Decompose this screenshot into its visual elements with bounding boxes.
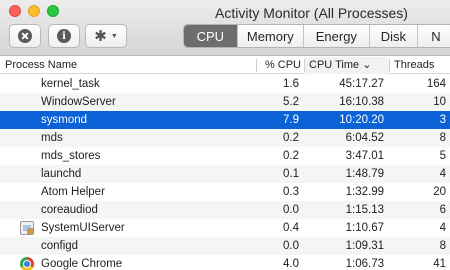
cpu-percent-cell: 0.2: [283, 132, 299, 144]
threads-cell: 41: [433, 258, 446, 270]
action-menu-button[interactable]: ✱ ▼: [85, 24, 127, 48]
view-tabs: CPU Memory Energy Disk N: [183, 24, 450, 48]
threads-cell: 3: [439, 114, 446, 126]
tab-memory[interactable]: Memory: [238, 25, 305, 47]
table-row[interactable]: configd 0.0 1:09.31 8: [0, 237, 450, 255]
process-name-cell: Google Chrome: [41, 258, 123, 270]
process-name-cell: mds: [41, 132, 63, 144]
title-bar: Activity Monitor (All Processes) i ✱ ▼ C…: [0, 0, 450, 56]
tab-network[interactable]: N: [418, 25, 450, 47]
cpu-percent-cell: 0.1: [283, 168, 299, 180]
column-header-threads[interactable]: Threads: [393, 57, 434, 74]
table-row[interactable]: launchd 0.1 1:48.79 4: [0, 165, 450, 183]
stop-process-icon: [18, 29, 32, 43]
table-row[interactable]: mds_stores 0.2 3:47.01 5: [0, 147, 450, 165]
cpu-percent-cell: 1.6: [283, 78, 299, 90]
threads-cell: 164: [426, 78, 446, 90]
threads-cell: 8: [439, 132, 446, 144]
sort-descending-icon: ⌄: [362, 59, 372, 71]
process-name-cell: WindowServer: [41, 96, 116, 108]
threads-cell: 20: [433, 186, 446, 198]
process-name-cell: kernel_task: [41, 78, 100, 90]
cpu-time-cell: 1:32.99: [345, 186, 384, 198]
chrome-icon: [20, 257, 34, 270]
column-header-cpu-time[interactable]: CPU Time ⌄: [305, 57, 389, 74]
inspect-process-button[interactable]: i: [48, 24, 80, 48]
column-divider[interactable]: [256, 59, 257, 72]
tab-energy[interactable]: Energy: [304, 25, 370, 47]
cpu-time-cell: 6:04.52: [345, 132, 384, 144]
tab-cpu[interactable]: CPU: [184, 25, 238, 47]
cpu-time-cell: 45:17.27: [339, 78, 384, 90]
tab-disk[interactable]: Disk: [370, 25, 419, 47]
close-window-button[interactable]: [9, 5, 21, 17]
cpu-percent-cell: 0.3: [283, 186, 299, 198]
table-row[interactable]: sysmond 7.9 10:20.20 3: [0, 111, 450, 129]
table-row[interactable]: Atom Helper 0.3 1:32.99 20: [0, 183, 450, 201]
process-name-cell: mds_stores: [41, 150, 101, 162]
table-row[interactable]: WindowServer 5.2 16:10.38 10: [0, 93, 450, 111]
cpu-percent-cell: 7.9: [283, 114, 299, 126]
threads-cell: 4: [439, 222, 446, 234]
cpu-time-cell: 3:47.01: [345, 150, 384, 162]
cpu-time-cell: 1:48.79: [345, 168, 384, 180]
cpu-percent-cell: 4.0: [283, 258, 299, 270]
cpu-time-cell: 1:09.31: [345, 240, 384, 252]
column-divider[interactable]: [389, 59, 390, 72]
threads-cell: 10: [433, 96, 446, 108]
cpu-time-cell: 16:10.38: [339, 96, 384, 108]
process-name-cell: sysmond: [41, 114, 88, 126]
gear-icon: ✱: [94, 27, 107, 45]
window-title: Activity Monitor (All Processes): [215, 5, 408, 21]
threads-cell: 5: [439, 150, 446, 162]
cpu-time-cell: 1:06.73: [345, 258, 384, 270]
table-row[interactable]: coreaudiod 0.0 1:15.13 6: [0, 201, 450, 219]
threads-cell: 6: [439, 204, 446, 216]
table-row[interactable]: mds 0.2 6:04.52 8: [0, 129, 450, 147]
table-row[interactable]: SystemUIServer 0.4 1:10.67 4: [0, 219, 450, 237]
column-header-cpu[interactable]: % CPU: [262, 57, 301, 74]
cpu-percent-cell: 5.2: [283, 96, 299, 108]
threads-cell: 4: [439, 168, 446, 180]
process-name-cell: coreaudiod: [41, 204, 98, 216]
cpu-percent-cell: 0.2: [283, 150, 299, 162]
table-row[interactable]: Google Chrome 4.0 1:06.73 41: [0, 255, 450, 270]
column-header-cpu-time-label: CPU Time: [309, 59, 360, 71]
process-name-cell: SystemUIServer: [41, 222, 125, 234]
cpu-percent-cell: 0.4: [283, 222, 299, 234]
chevron-down-icon: ▼: [110, 32, 118, 40]
table-row[interactable]: kernel_task 1.6 45:17.27 164: [0, 75, 450, 93]
zoom-window-button[interactable]: [47, 5, 59, 17]
cpu-time-cell: 1:15.13: [345, 204, 384, 216]
cpu-time-cell: 1:10.67: [345, 222, 384, 234]
stop-process-button[interactable]: [9, 24, 41, 48]
cpu-time-cell: 10:20.20: [339, 114, 384, 126]
cpu-percent-cell: 0.0: [283, 240, 299, 252]
process-name-cell: Atom Helper: [41, 186, 105, 198]
systemuiserver-icon: [20, 221, 34, 235]
table-header: Process Name % CPU CPU Time ⌄ Threads: [0, 57, 450, 74]
threads-cell: 8: [439, 240, 446, 252]
minimize-window-button[interactable]: [28, 5, 40, 17]
process-name-cell: configd: [41, 240, 79, 252]
cpu-percent-cell: 0.0: [283, 204, 299, 216]
info-icon: i: [57, 29, 71, 43]
column-header-process-name[interactable]: Process Name: [5, 57, 77, 74]
process-name-cell: launchd: [41, 168, 82, 180]
